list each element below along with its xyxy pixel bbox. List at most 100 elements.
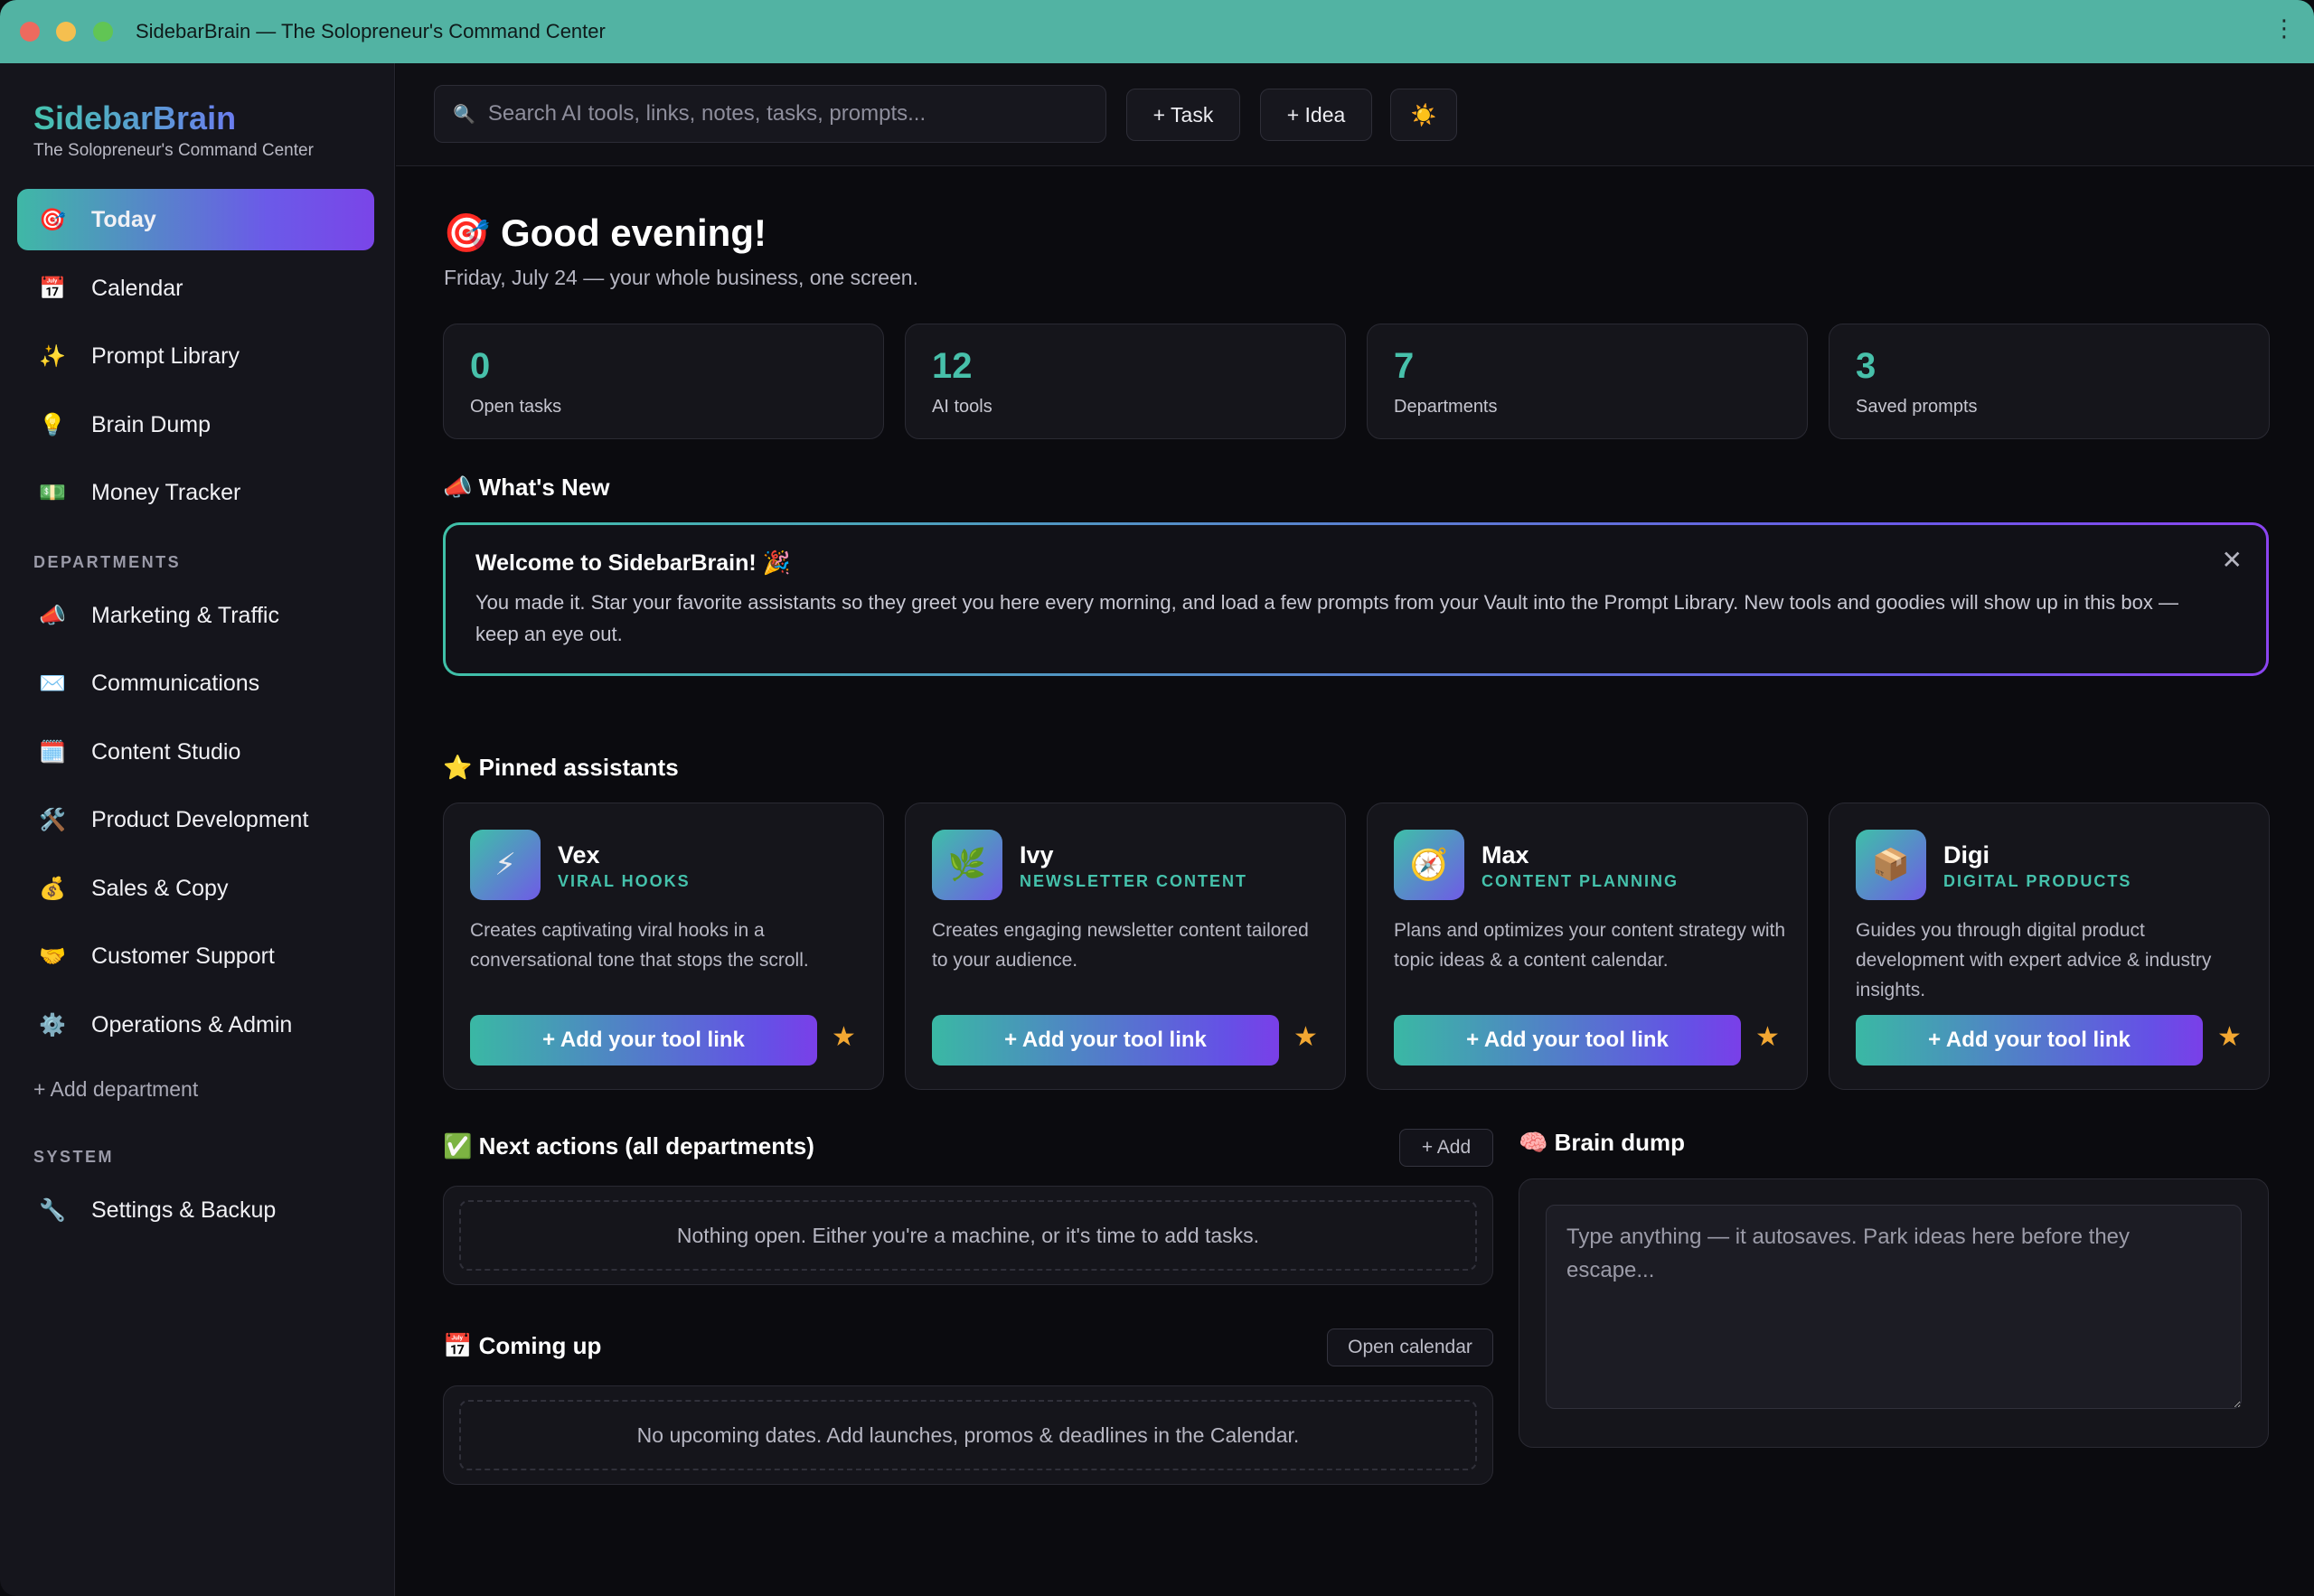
stat-card-open-tasks[interactable]: 0 Open tasks [443, 324, 884, 439]
system-section-label: SYSTEM [33, 1148, 115, 1166]
assistant-card-max: 🧭 Max CONTENT PLANNING Plans and optimiz… [1367, 803, 1808, 1090]
package-icon: 📦 [1856, 830, 1926, 900]
page-subtitle: Friday, July 24 — your whole business, o… [444, 266, 918, 289]
handshake-icon: 🤝 [39, 944, 66, 969]
target-icon: 🎯 [39, 207, 66, 232]
sidebar-item-settings-backup[interactable]: 🔧 Settings & Backup [17, 1179, 374, 1241]
stat-label: Open tasks [470, 397, 562, 417]
assistant-name: Digi [1943, 841, 1989, 868]
add-department-link[interactable]: + Add department [33, 1077, 198, 1102]
close-icon[interactable]: ✕ [2222, 545, 2243, 575]
whats-new-heading: 📣 What's New [443, 474, 610, 501]
sidebar-item-content-studio[interactable]: 🗓️ Content Studio [17, 721, 374, 783]
star-icon[interactable]: ★ [1293, 1024, 1318, 1051]
calendar-icon: 📅 [39, 276, 66, 301]
add-tool-link-button[interactable]: + Add your tool link [470, 1015, 817, 1066]
search-box[interactable]: 🔍 [434, 85, 1106, 143]
star-icon[interactable]: ★ [832, 1024, 856, 1051]
search-input[interactable] [487, 101, 1085, 127]
money-bag-icon: 💰 [39, 876, 66, 901]
brand-tagline: The Solopreneur's Command Center [33, 141, 314, 160]
search-icon: 🔍 [453, 104, 475, 125]
sidebar-item-operations-admin[interactable]: ⚙️ Operations & Admin [17, 994, 374, 1056]
minimize-window-button[interactable] [56, 22, 76, 42]
sparkles-icon: ✨ [39, 343, 66, 369]
greeting-text: Good evening! [500, 211, 767, 254]
stat-value: 0 [470, 346, 491, 386]
sidebar-item-label: Product Development [91, 806, 309, 832]
star-icon[interactable]: ★ [1755, 1024, 1780, 1051]
add-task-button[interactable]: + Task [1126, 89, 1240, 141]
target-icon: 🎯 [443, 211, 491, 254]
empty-state-message: No upcoming dates. Add launches, promos … [459, 1400, 1477, 1470]
add-tool-link-button[interactable]: + Add your tool link [932, 1015, 1279, 1066]
brain-dump-textarea[interactable] [1546, 1205, 2242, 1409]
brand-logo[interactable]: SidebarBrain [33, 99, 236, 137]
title-bar: SidebarBrain — The Solopreneur's Command… [0, 0, 2314, 63]
stat-label: Saved prompts [1856, 397, 1978, 417]
sidebar-item-label: Today [91, 206, 156, 232]
gear-icon: ⚙️ [39, 1012, 66, 1037]
wrench-icon: 🔧 [39, 1197, 66, 1223]
leaf-icon: 🌿 [932, 830, 1002, 900]
stat-card-departments[interactable]: 7 Departments [1367, 324, 1808, 439]
close-window-button[interactable] [20, 22, 40, 42]
top-bar: 🔍 + Task + Idea ☀️ [396, 63, 2314, 166]
sidebar-item-money-tracker[interactable]: 💵 Money Tracker [17, 462, 374, 523]
sidebar-item-customer-support[interactable]: 🤝 Customer Support [17, 925, 374, 987]
assistant-description: Guides you through digital product devel… [1856, 920, 2212, 1000]
sidebar-item-prompt-library[interactable]: ✨ Prompt Library [17, 325, 374, 387]
sidebar-item-label: Money Tracker [91, 479, 241, 505]
sidebar-item-label: Operations & Admin [91, 1011, 293, 1037]
sidebar-item-communications[interactable]: ✉️ Communications [17, 652, 374, 714]
add-action-button[interactable]: + Add [1399, 1129, 1493, 1167]
tools-icon: 🛠️ [39, 807, 66, 832]
assistant-role: CONTENT PLANNING [1482, 872, 1679, 890]
assistant-name: Vex [558, 841, 600, 868]
page-title: 🎯 Good evening! [443, 211, 767, 256]
assistant-role: DIGITAL PRODUCTS [1943, 872, 2132, 890]
sidebar-item-brain-dump[interactable]: 💡 Brain Dump [17, 394, 374, 455]
stat-value: 7 [1394, 346, 1415, 386]
sidebar-item-marketing[interactable]: 📣 Marketing & Traffic [17, 585, 374, 646]
maximize-window-button[interactable] [93, 22, 113, 42]
departments-section-label: DEPARTMENTS [33, 553, 182, 571]
sidebar-item-label: Calendar [91, 275, 183, 301]
assistant-role: VIRAL HOOKS [558, 872, 691, 890]
sun-icon: ☀️ [1410, 102, 1437, 127]
next-actions-list: Nothing open. Either you're a machine, o… [443, 1186, 1493, 1285]
envelope-icon: ✉️ [39, 671, 66, 696]
assistant-description: Plans and optimizes your content strateg… [1394, 920, 1786, 971]
sidebar-item-sales-copy[interactable]: 💰 Sales & Copy [17, 858, 374, 919]
sidebar-item-today[interactable]: 🎯 Today [17, 189, 374, 250]
sidebar-item-calendar[interactable]: 📅 Calendar [17, 258, 374, 319]
theme-toggle-button[interactable]: ☀️ [1390, 89, 1457, 141]
more-menu-icon[interactable]: ⋮ [2272, 16, 2296, 40]
stat-card-ai-tools[interactable]: 12 AI tools [905, 324, 1346, 439]
main-content: 🎯 Good evening! Friday, July 24 — your w… [396, 166, 2314, 1596]
assistant-card-vex: ⚡ Vex VIRAL HOOKS Creates captivating vi… [443, 803, 884, 1090]
add-idea-button[interactable]: + Idea [1260, 89, 1372, 141]
open-calendar-button[interactable]: Open calendar [1327, 1328, 1493, 1366]
sidebar-item-label: Sales & Copy [91, 875, 229, 901]
sidebar-item-label: Brain Dump [91, 411, 211, 437]
next-actions-heading: ✅ Next actions (all departments) [443, 1132, 814, 1159]
brain-dump-panel [1519, 1178, 2269, 1448]
assistant-description: Creates captivating viral hooks in a con… [470, 920, 809, 971]
whats-new-title: Welcome to SidebarBrain! 🎉 [475, 550, 791, 576]
coming-up-heading: 📅 Coming up [443, 1332, 602, 1359]
megaphone-icon: 📣 [39, 603, 66, 628]
lightning-icon: ⚡ [470, 830, 541, 900]
window-title: SidebarBrain — The Solopreneur's Command… [136, 20, 606, 42]
pinned-assistants-heading: ⭐ Pinned assistants [443, 754, 679, 781]
sidebar-item-label: Marketing & Traffic [91, 602, 279, 628]
sidebar-item-product-development[interactable]: 🛠️ Product Development [17, 789, 374, 850]
assistant-role: NEWSLETTER CONTENT [1020, 872, 1247, 890]
add-tool-link-button[interactable]: + Add your tool link [1856, 1015, 2203, 1066]
assistant-name: Ivy [1020, 841, 1054, 868]
add-tool-link-button[interactable]: + Add your tool link [1394, 1015, 1741, 1066]
star-icon[interactable]: ★ [2217, 1024, 2242, 1051]
stat-card-saved-prompts[interactable]: 3 Saved prompts [1829, 324, 2270, 439]
assistant-name: Max [1482, 841, 1529, 868]
sidebar: SidebarBrain The Solopreneur's Command C… [0, 63, 395, 1596]
